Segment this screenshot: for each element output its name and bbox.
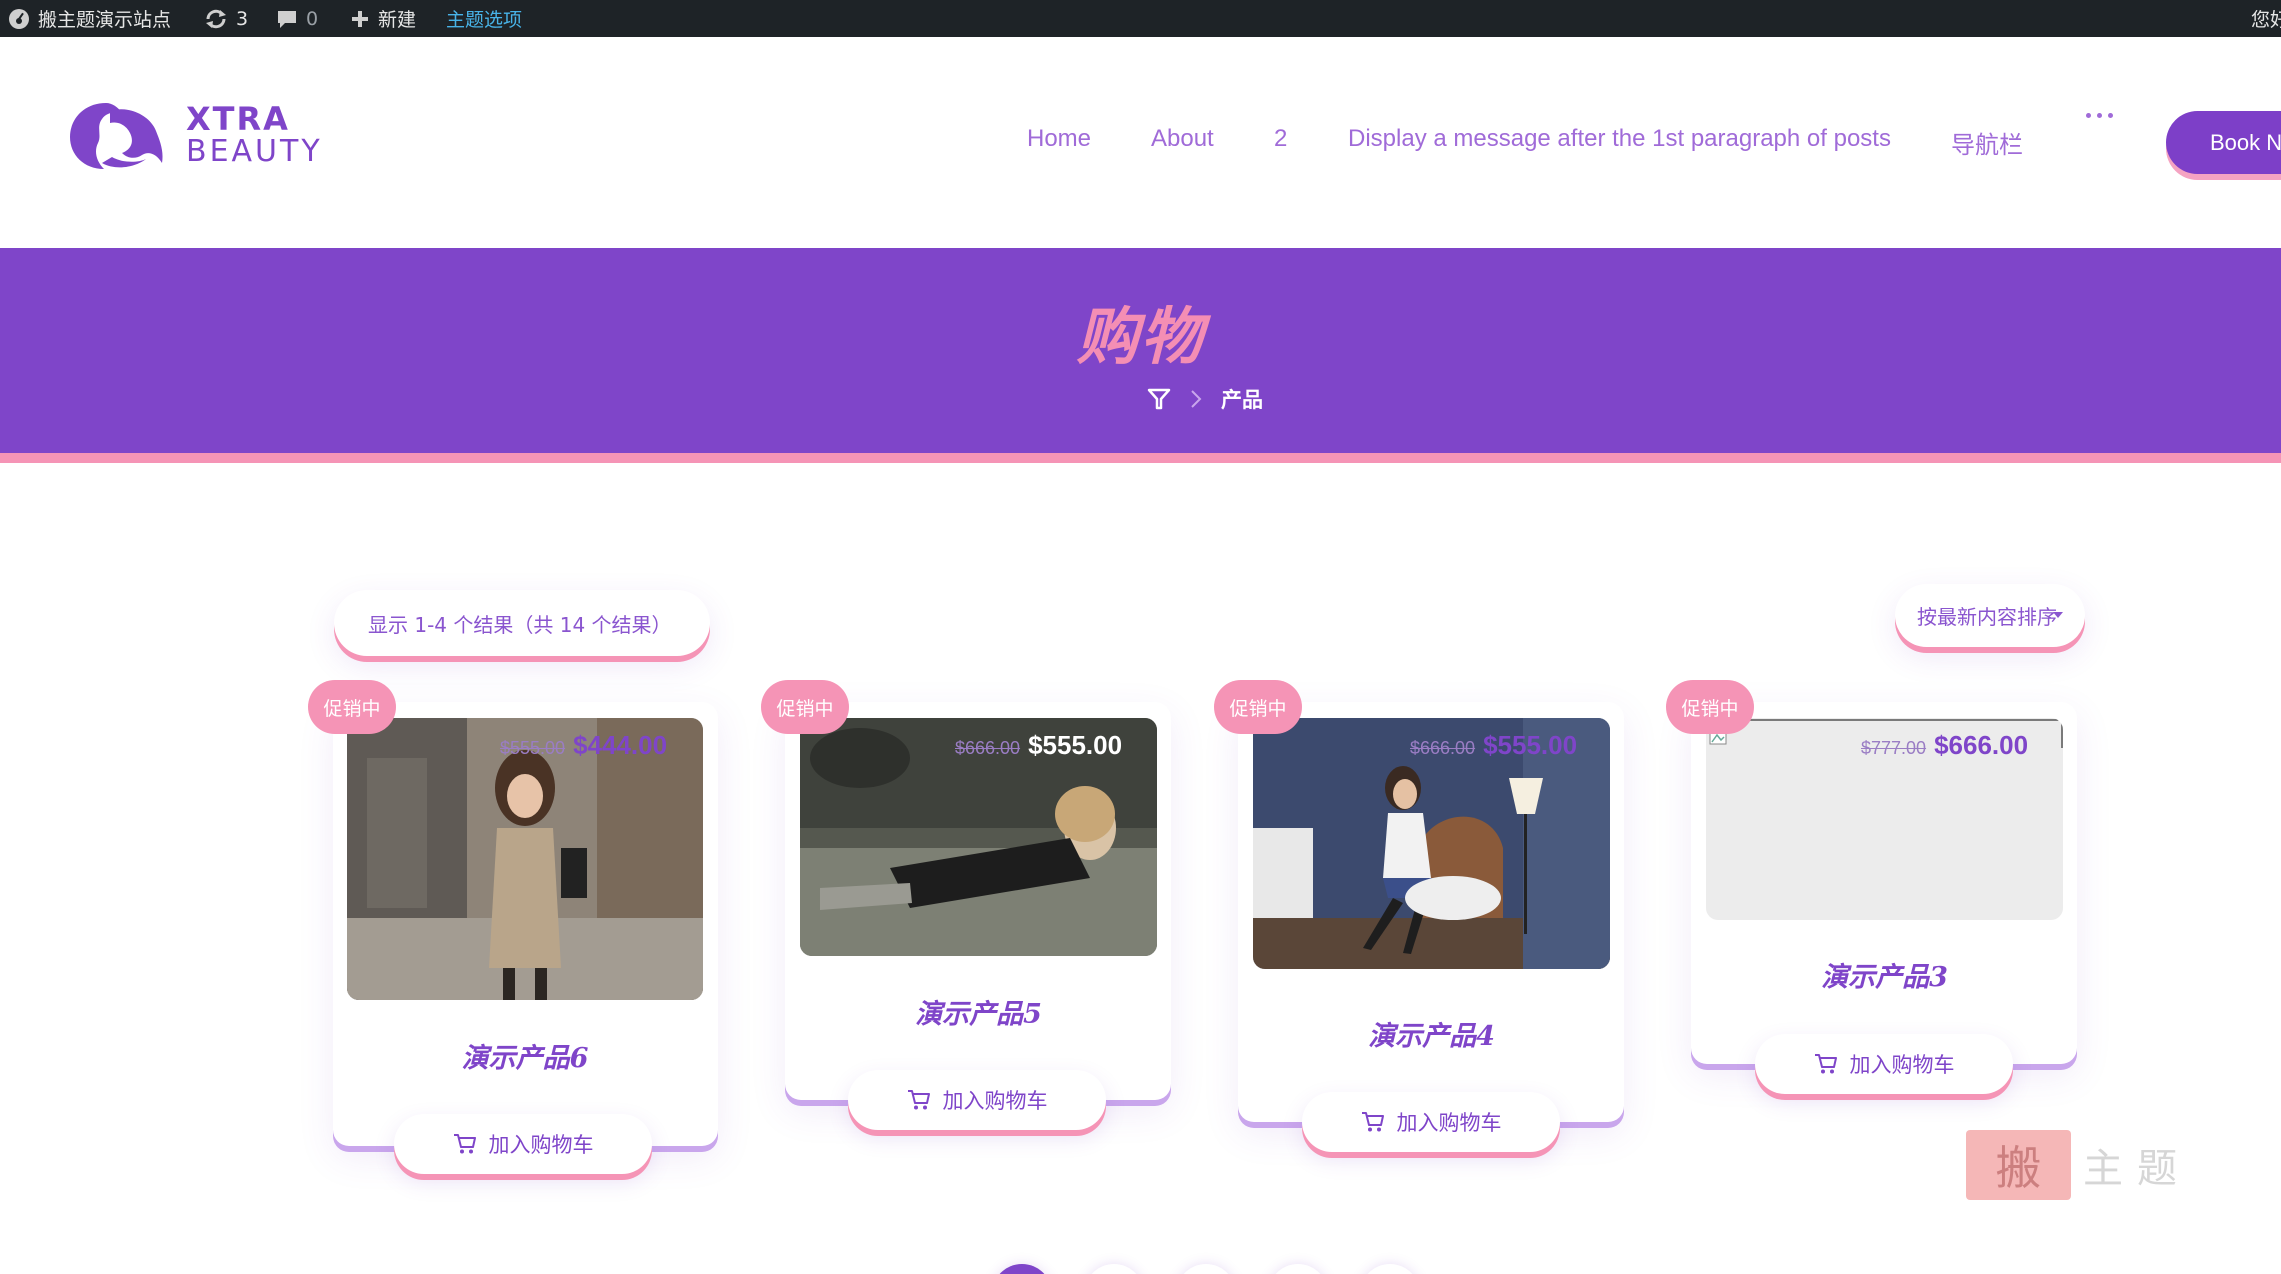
product-old-price: $666.00: [955, 738, 1021, 758]
nav-item-home[interactable]: Home: [1027, 125, 1091, 153]
sale-badge: 促销中: [761, 680, 849, 734]
nav-item-about[interactable]: About: [1151, 125, 1214, 153]
product-title[interactable]: 演示产品4: [1253, 1014, 1610, 1053]
refresh-icon: [206, 9, 226, 28]
more-menu-icon[interactable]: [2086, 113, 2113, 118]
product-title[interactable]: 演示产品3: [1706, 955, 2063, 994]
product-old-price: $666.00: [1410, 738, 1476, 758]
admin-bar-comments[interactable]: 0: [276, 0, 318, 37]
site-name: 搬主题演示站点: [38, 9, 172, 31]
dashboard-icon: [9, 8, 29, 29]
comments-count: 0: [306, 7, 319, 30]
admin-bar-theme-options[interactable]: 主题选项: [446, 0, 522, 37]
product-title[interactable]: 演示产品6: [347, 1036, 703, 1075]
pagination-page[interactable]: [992, 1264, 1052, 1274]
plus-icon: [352, 10, 368, 27]
product-sale-price: $666.00: [1934, 730, 2029, 760]
admin-bar-new[interactable]: 新建: [350, 0, 416, 37]
admin-bar-site[interactable]: 搬主题演示站点: [8, 0, 171, 37]
breadcrumb-current: 产品: [1221, 388, 1263, 412]
add-to-cart-button[interactable]: 加入购物车: [848, 1070, 1106, 1130]
theme-options-label: 主题选项: [446, 9, 523, 31]
watermark-logo: 搬 主题: [1966, 1130, 2191, 1200]
sale-badge: 促销中: [1214, 680, 1302, 734]
sale-badge: 促销中: [308, 680, 396, 734]
pagination-page[interactable]: [1176, 1264, 1236, 1274]
sale-badge: 促销中: [1666, 680, 1754, 734]
chevron-down-icon: [2053, 612, 2063, 618]
cart-icon: [453, 1134, 476, 1154]
nav-item-display-message[interactable]: Display a message after the 1st paragrap…: [1348, 125, 1891, 153]
product-price: $777.00 $666.00: [1861, 730, 2028, 761]
hero-accent-stripe: [0, 453, 2281, 463]
greeting: 您好: [2251, 9, 2281, 31]
admin-bar-updates[interactable]: 3: [204, 0, 248, 37]
add-to-cart-label: 加入购物车: [942, 1089, 1048, 1113]
product-price: $666.00 $555.00: [955, 730, 1122, 761]
nav-item-2[interactable]: 2: [1274, 125, 1287, 153]
admin-bar: 搬主题演示站点 3 0 新建 主题选项 您好: [0, 0, 2281, 37]
sort-label: 按最新内容排序: [1917, 605, 2057, 629]
product-old-price: $555.00: [500, 738, 566, 758]
sort-select[interactable]: 按最新内容排序: [1895, 584, 2085, 647]
watermark-seal: 搬: [1966, 1130, 2071, 1200]
add-to-cart-label: 加入购物车: [1849, 1053, 1955, 1077]
breadcrumb: 产品: [1147, 384, 1263, 414]
new-label: 新建: [378, 9, 417, 31]
product-price: $666.00 $555.00: [1410, 730, 1577, 761]
add-to-cart-label: 加入购物车: [1396, 1111, 1502, 1135]
page-title: 购物: [1076, 300, 1205, 373]
comment-icon: [278, 10, 296, 28]
pagination-page[interactable]: [1268, 1264, 1328, 1274]
add-to-cart-button[interactable]: 加入购物车: [1755, 1034, 2013, 1094]
product-sale-price: $555.00: [1028, 730, 1123, 760]
updates-count: 3: [236, 7, 249, 30]
page-hero: 购物 产品: [0, 248, 2281, 453]
cart-icon: [907, 1090, 930, 1110]
product-old-price: $777.00: [1861, 738, 1927, 758]
result-count: 显示 1-4 个结果（共 14 个结果）: [334, 590, 710, 656]
cart-icon: [1814, 1054, 1837, 1074]
add-to-cart-label: 加入购物车: [488, 1133, 594, 1157]
home-funnel-icon[interactable]: [1147, 387, 1171, 411]
add-to-cart-button[interactable]: 加入购物车: [1302, 1092, 1560, 1152]
admin-bar-account[interactable]: 您好: [2251, 0, 2281, 37]
pagination-page[interactable]: [1360, 1264, 1420, 1274]
product-sale-price: $444.00: [573, 730, 668, 760]
book-now-button[interactable]: Book Now: [2166, 111, 2281, 174]
site-header: XTRA BEAUTY Home About 2 Display a messa…: [0, 37, 2281, 248]
product-price: $555.00 $444.00: [500, 730, 667, 761]
product-sale-price: $555.00: [1483, 730, 1578, 760]
pagination-page[interactable]: [1084, 1264, 1144, 1274]
main-nav: Home About 2 Display a message after the…: [0, 125, 2281, 165]
nav-item-navbar[interactable]: 导航栏: [1951, 125, 2023, 160]
watermark-text: 主题: [2083, 1146, 2191, 1192]
product-title[interactable]: 演示产品5: [800, 992, 1157, 1031]
cart-icon: [1361, 1112, 1384, 1132]
add-to-cart-button[interactable]: 加入购物车: [394, 1114, 652, 1174]
chevron-right-icon: [1191, 390, 1202, 408]
